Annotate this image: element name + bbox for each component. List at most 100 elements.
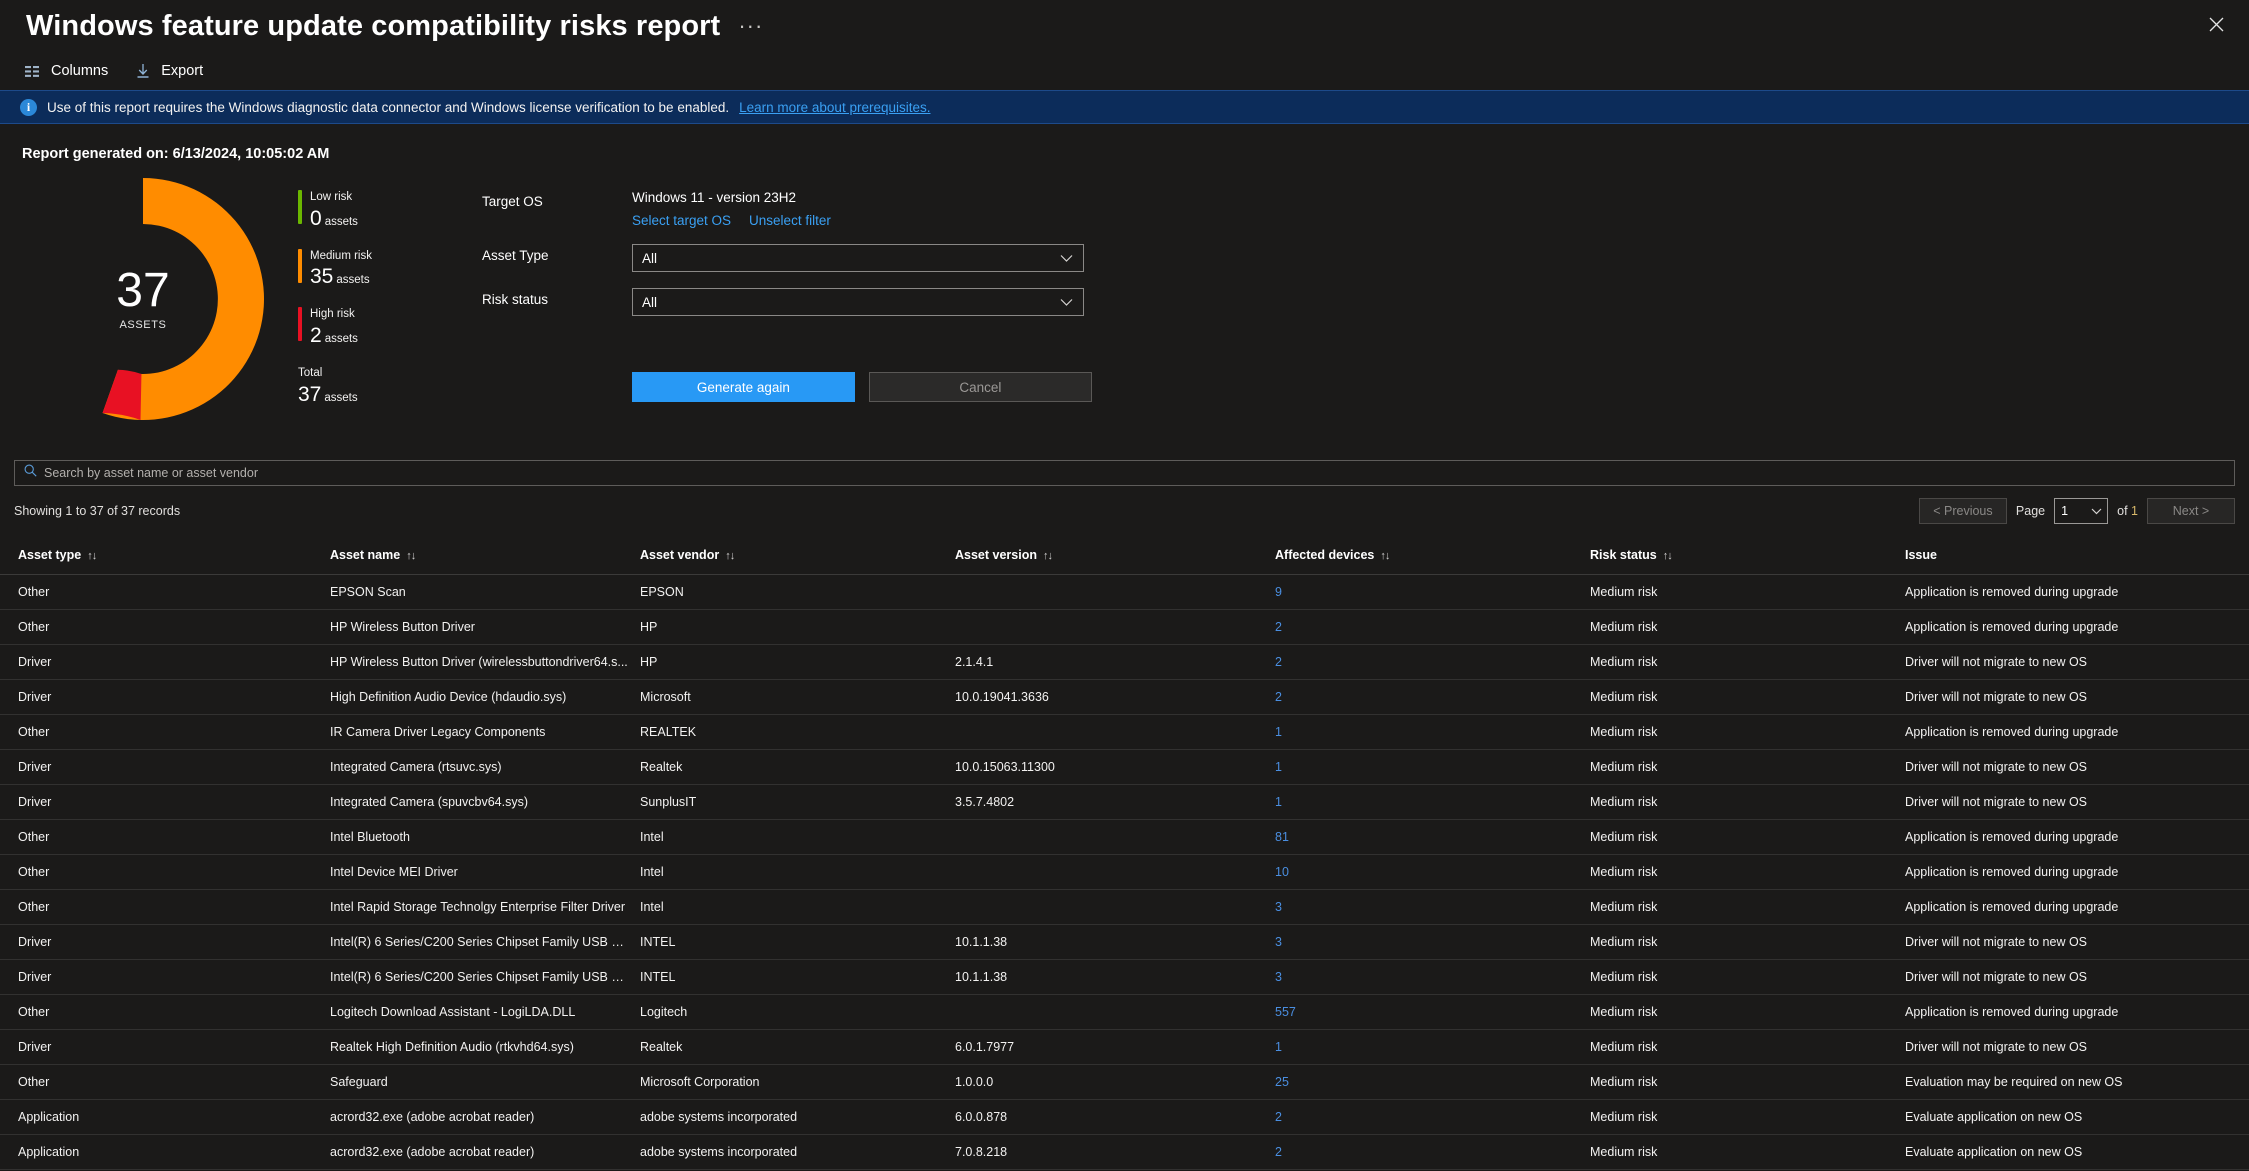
affected-devices-link[interactable]: 1 bbox=[1275, 1040, 1282, 1054]
affected-devices-link[interactable]: 2 bbox=[1275, 655, 1282, 669]
table-row[interactable]: Other Intel Bluetooth Intel 81 Medium risk Ap… bbox=[0, 819, 2249, 855]
cell-affected-devices[interactable]: 1 bbox=[1275, 784, 1590, 820]
column-header-asset-version[interactable]: Asset version ↑↓ bbox=[955, 538, 1275, 575]
table-row[interactable]: Other Logitech Download Assistant - LogiL… bbox=[0, 994, 2249, 1030]
sort-icon[interactable]: ↑↓ bbox=[87, 550, 97, 562]
cell-asset-type: Driver bbox=[0, 749, 330, 785]
cell-issue: Application is removed during upgrade bbox=[1905, 854, 2249, 890]
table-row[interactable]: Application acrord32.exe (adobe acrobat r… bbox=[0, 1134, 2249, 1170]
table-row[interactable]: Driver Intel(R) 6 Series/C200 Series Chip… bbox=[0, 959, 2249, 995]
cell-affected-devices[interactable]: 557 bbox=[1275, 994, 1590, 1030]
table-row[interactable]: Driver Integrated Camera (rtsuvc.sys) Real… bbox=[0, 749, 2249, 785]
asset-type-select[interactable]: All bbox=[631, 244, 1084, 272]
table-row[interactable]: Other HP Wireless Button Driver HP 2 Medium … bbox=[0, 609, 2249, 645]
table-row[interactable]: Other IR Camera Driver Legacy Components R… bbox=[0, 714, 2249, 750]
affected-devices-link[interactable]: 1 bbox=[1275, 760, 1282, 774]
sort-icon[interactable]: ↑↓ bbox=[1663, 550, 1673, 562]
of-label: of bbox=[2117, 504, 2128, 518]
asset-type-label: Asset Type bbox=[481, 248, 549, 263]
sort-icon[interactable]: ↑↓ bbox=[1043, 550, 1053, 562]
affected-devices-link[interactable]: 2 bbox=[1275, 620, 1282, 634]
cell-affected-devices[interactable]: 25 bbox=[1275, 1064, 1590, 1100]
affected-devices-link[interactable]: 81 bbox=[1275, 830, 1289, 844]
cancel-button[interactable]: Cancel bbox=[868, 372, 1092, 402]
risk-status-select[interactable]: All bbox=[631, 288, 1084, 316]
cell-affected-devices[interactable]: 2 bbox=[1275, 644, 1590, 680]
cell-issue: Application is removed during upgrade bbox=[1905, 819, 2249, 855]
cell-affected-devices[interactable]: 3 bbox=[1275, 959, 1590, 995]
affected-devices-link[interactable]: 2 bbox=[1275, 1110, 1282, 1124]
column-header-risk-status[interactable]: Risk status ↑↓ bbox=[1590, 538, 1905, 575]
cell-risk-status: Medium risk bbox=[1590, 1029, 1905, 1065]
page-number-select[interactable]: 1 bbox=[2054, 498, 2109, 524]
sort-icon[interactable]: ↑↓ bbox=[406, 550, 416, 562]
table-row[interactable]: Driver HP Wireless Button Driver (wireles… bbox=[0, 644, 2249, 680]
table-row[interactable]: Driver Intel(R) 6 Series/C200 Series Chip… bbox=[0, 924, 2249, 960]
pagination: < Previous Page 1 of 1 Next > bbox=[1918, 498, 2235, 524]
columns-button[interactable]: Columns bbox=[24, 62, 108, 80]
column-label: Asset type bbox=[18, 548, 82, 562]
table-row[interactable]: Other Intel Device MEI Driver Intel 10 Mediu… bbox=[0, 854, 2249, 890]
info-icon: i bbox=[20, 98, 37, 116]
table-row[interactable]: Application acrord32.exe (adobe acrobat r… bbox=[0, 1099, 2249, 1135]
table-row[interactable]: Driver High Definition Audio Device (hdau… bbox=[0, 679, 2249, 715]
legend-unit-high: assets bbox=[324, 332, 358, 345]
affected-devices-link[interactable]: 3 bbox=[1275, 935, 1282, 949]
select-target-os-link[interactable]: Select target OS bbox=[632, 213, 731, 228]
previous-page-button[interactable]: < Previous bbox=[1918, 498, 2007, 524]
search-box[interactable] bbox=[14, 460, 2235, 486]
cell-asset-type: Other bbox=[0, 819, 330, 855]
affected-devices-link[interactable]: 2 bbox=[1275, 690, 1282, 704]
cell-affected-devices[interactable]: 81 bbox=[1275, 819, 1590, 855]
generate-again-button[interactable]: Generate again bbox=[631, 372, 855, 402]
cell-affected-devices[interactable]: 2 bbox=[1275, 1099, 1590, 1135]
cell-asset-vendor: Intel bbox=[640, 819, 955, 855]
sort-icon[interactable]: ↑↓ bbox=[725, 550, 735, 562]
affected-devices-link[interactable]: 9 bbox=[1275, 585, 1282, 599]
cell-risk-status: Medium risk bbox=[1590, 924, 1905, 960]
export-button[interactable]: Export bbox=[134, 62, 203, 80]
learn-more-link[interactable]: Learn more about prerequisites. bbox=[739, 100, 930, 115]
column-header-affected-devices[interactable]: Affected devices ↑↓ bbox=[1275, 538, 1590, 575]
cell-affected-devices[interactable]: 10 bbox=[1275, 854, 1590, 890]
legend-label-high: High risk bbox=[310, 308, 355, 321]
cell-asset-version: 3.5.7.4802 bbox=[955, 784, 1275, 820]
table-header-row: Asset type ↑↓ Asset name ↑↓ Asset vendor ↑↓… bbox=[0, 538, 2249, 575]
table-row[interactable]: Other EPSON Scan EPSON 9 Medium risk Applicat… bbox=[0, 574, 2249, 610]
affected-devices-link[interactable]: 2 bbox=[1275, 1145, 1282, 1159]
more-options-icon[interactable]: ··· bbox=[738, 15, 763, 37]
table-row[interactable]: Other Intel Rapid Storage Technolgy Enter… bbox=[0, 889, 2249, 925]
cell-asset-name: Intel Device MEI Driver bbox=[330, 854, 640, 890]
cell-asset-name: Safeguard bbox=[330, 1064, 640, 1100]
affected-devices-link[interactable]: 3 bbox=[1275, 900, 1282, 914]
affected-devices-link[interactable]: 25 bbox=[1275, 1075, 1289, 1089]
cell-asset-name: High Definition Audio Device (hdaudio.sy… bbox=[330, 679, 640, 715]
column-header-asset-type[interactable]: Asset type ↑↓ bbox=[0, 538, 330, 575]
cell-affected-devices[interactable]: 3 bbox=[1275, 889, 1590, 925]
cell-affected-devices[interactable]: 2 bbox=[1275, 609, 1590, 645]
sort-icon[interactable]: ↑↓ bbox=[1380, 550, 1390, 562]
column-header-asset-vendor[interactable]: Asset vendor ↑↓ bbox=[640, 538, 955, 575]
next-page-button[interactable]: Next > bbox=[2147, 498, 2235, 524]
table-row[interactable]: Driver Integrated Camera (spuvcbv64.sys) S… bbox=[0, 784, 2249, 820]
cell-affected-devices[interactable]: 1 bbox=[1275, 714, 1590, 750]
cell-asset-vendor: adobe systems incorporated bbox=[640, 1099, 955, 1135]
column-header-asset-name[interactable]: Asset name ↑↓ bbox=[330, 538, 640, 575]
cell-affected-devices[interactable]: 1 bbox=[1275, 749, 1590, 785]
table-row[interactable]: Driver Realtek High Definition Audio (rtk… bbox=[0, 1029, 2249, 1065]
cell-affected-devices[interactable]: 2 bbox=[1275, 679, 1590, 715]
affected-devices-link[interactable]: 3 bbox=[1275, 970, 1282, 984]
cell-affected-devices[interactable]: 3 bbox=[1275, 924, 1590, 960]
cell-affected-devices[interactable]: 1 bbox=[1275, 1029, 1590, 1065]
cell-asset-version bbox=[955, 714, 1275, 750]
affected-devices-link[interactable]: 557 bbox=[1275, 1005, 1296, 1019]
cell-affected-devices[interactable]: 9 bbox=[1275, 574, 1590, 610]
table-row[interactable]: Other Safeguard Microsoft Corporation 1.0.0… bbox=[0, 1064, 2249, 1100]
close-icon[interactable] bbox=[2197, 8, 2235, 40]
affected-devices-link[interactable]: 1 bbox=[1275, 725, 1282, 739]
search-input[interactable] bbox=[44, 466, 2225, 480]
cell-affected-devices[interactable]: 2 bbox=[1275, 1134, 1590, 1170]
affected-devices-link[interactable]: 1 bbox=[1275, 795, 1282, 809]
unselect-filter-link[interactable]: Unselect filter bbox=[749, 213, 831, 228]
affected-devices-link[interactable]: 10 bbox=[1275, 865, 1289, 879]
